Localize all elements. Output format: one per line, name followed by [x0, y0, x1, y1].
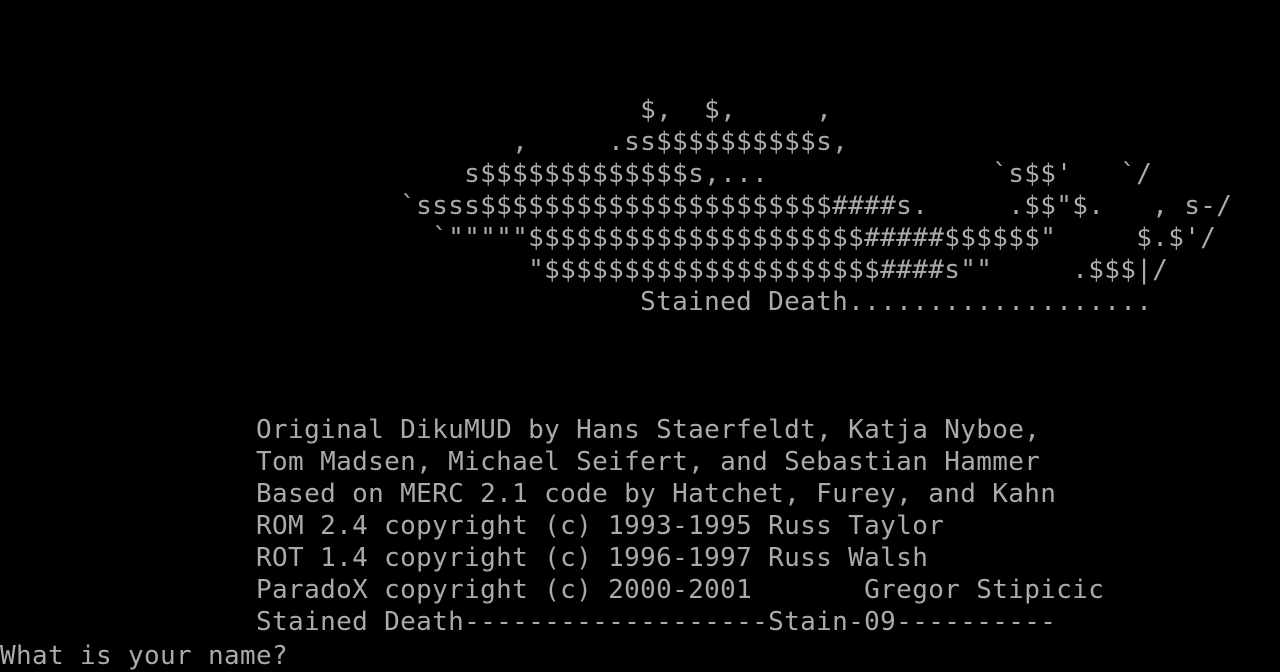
- name-prompt-line[interactable]: What is your name?: [0, 638, 318, 671]
- ascii-art-line: `ssss$$$$$$$$$$$$$$$$$$$$$$####s. .$$"$.…: [0, 191, 1233, 221]
- credits-line: Original DikuMUD by Hans Staerfeldt, Kat…: [0, 415, 1041, 445]
- ascii-art-line: , .ss$$$$$$$$$$s,: [0, 127, 849, 157]
- ascii-art-title: Stained Death...................: [0, 287, 1153, 317]
- credits-line: ParadoX copyright (c) 2000-2001 Gregor S…: [0, 575, 1105, 605]
- credits-line: Tom Madsen, Michael Seifert, and Sebasti…: [0, 447, 1041, 477]
- credits-line: ROT 1.4 copyright (c) 1996-1997 Russ Wal…: [0, 543, 929, 573]
- name-prompt-label: What is your name?: [0, 641, 305, 671]
- ascii-art-line: s$$$$$$$$$$$$$s,... `s$$' `/: [0, 159, 1153, 189]
- ascii-art-line: `"""""$$$$$$$$$$$$$$$$$$$$$#####$$$$$$" …: [0, 223, 1217, 253]
- credits-line: Based on MERC 2.1 code by Hatchet, Furey…: [0, 479, 1057, 509]
- terminal-screen[interactable]: $, $, , , .ss$$$$$$$$$$s, s$$$$$$$$$$$$$…: [0, 0, 1280, 672]
- credits-banner: Stained Death-------------------Stain-09…: [0, 607, 1057, 637]
- name-input[interactable]: [304, 638, 318, 664]
- ascii-art-line: $, $, ,: [0, 95, 833, 125]
- credits-line: ROM 2.4 copyright (c) 1993-1995 Russ Tay…: [0, 511, 945, 541]
- ascii-art-line: "$$$$$$$$$$$$$$$$$$$$$####s"" .$$$|/: [0, 255, 1169, 285]
